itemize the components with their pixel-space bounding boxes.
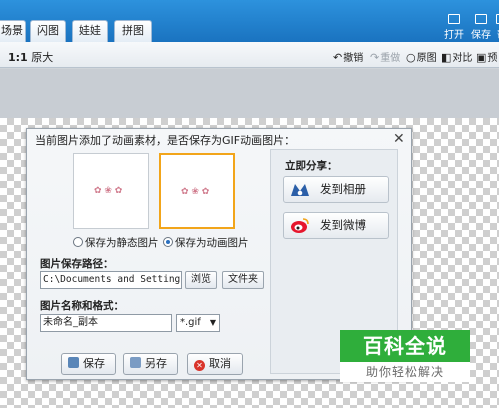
save-top-label: 保存 — [471, 30, 491, 41]
save-label: 保存 — [83, 357, 105, 370]
save-disk-icon — [68, 357, 79, 368]
dialog-title: 当前图片添加了动画素材，是否保存为GIF动画图片： — [35, 134, 296, 147]
close-icon[interactable]: ✕ — [393, 132, 405, 146]
preview-button[interactable]: ▣预 — [476, 49, 497, 64]
original-button[interactable]: ○原图 — [406, 49, 437, 64]
file-format-value: *.gif — [180, 317, 201, 328]
save-as-icon — [130, 357, 141, 368]
zoom-control[interactable]: 1:1 原大 — [8, 49, 53, 65]
save-button[interactable]: 保存 — [61, 353, 116, 375]
file-name-input[interactable]: 未命名_副本 — [40, 314, 172, 332]
open-button[interactable]: 打开 — [441, 14, 467, 41]
open-folder-button[interactable]: 文件夹 — [222, 271, 264, 289]
watermark-main: 百科全说 — [340, 330, 470, 362]
tab-collage[interactable]: 拼图 — [114, 20, 152, 42]
static-option[interactable]: 保存为静态图片 — [73, 235, 159, 250]
zoom-label: 原大 — [31, 51, 54, 64]
redo-icon: ↷ — [370, 51, 380, 64]
folder-icon — [448, 14, 460, 24]
watermark-sub: 助你轻松解决 — [340, 362, 470, 382]
static-option-label: 保存为静态图片 — [85, 237, 159, 249]
preview-label: 预 — [487, 53, 498, 64]
share-album-button[interactable]: 发到相册 — [283, 176, 389, 203]
tab-flash[interactable]: 闪图 — [30, 20, 66, 42]
cancel-label: 取消 — [209, 357, 231, 370]
preview-icon: ▣ — [476, 51, 487, 64]
animated-radio[interactable] — [163, 237, 173, 247]
static-radio[interactable] — [73, 237, 83, 247]
save-as-button[interactable]: 另存 — [123, 353, 178, 375]
share-album-label: 发到相册 — [320, 182, 366, 196]
static-preview-art: ✿ ❀ ✿ — [94, 186, 123, 196]
tab-scene[interactable]: 场景 — [0, 20, 26, 42]
browse-button[interactable]: 浏览 — [185, 271, 217, 289]
animated-option-label: 保存为动画图片 — [175, 237, 249, 249]
path-label: 图片保存路径： — [40, 258, 114, 270]
file-format-select[interactable]: *.gif ▼ — [176, 314, 220, 332]
tab-doll[interactable]: 娃娃 — [72, 20, 108, 42]
save-path-input[interactable]: C:\Documents and Settings\Administrator — [40, 271, 182, 289]
top-toolbar: 场景 闪图 娃娃 拼图 打开 保存 帮 — [0, 0, 499, 42]
save-icon — [475, 14, 487, 24]
save-as-label: 另存 — [145, 357, 167, 370]
site-watermark: 百科全说 助你轻松解决 — [340, 330, 470, 382]
format-label: 图片名称和格式： — [40, 300, 124, 312]
compare-icon: ◧ — [441, 51, 452, 64]
edit-toolbar: 1:1 原大 ↶撤销 ↷重做 ○原图 ◧对比 ▣预 — [0, 42, 499, 68]
compare-button[interactable]: ◧对比 — [441, 49, 472, 64]
save-top-button[interactable]: 保存 — [468, 14, 494, 41]
animated-preview-art: ✿ ❀ ✿ — [181, 187, 210, 197]
static-preview-thumbnail[interactable]: ✿ ❀ ✿ — [73, 153, 149, 229]
chevron-down-icon: ▼ — [209, 318, 216, 327]
undo-button[interactable]: ↶撤销 — [333, 49, 363, 64]
original-label: 原图 — [416, 53, 437, 64]
weibo-icon — [291, 218, 309, 233]
undo-label: 撤销 — [343, 53, 364, 64]
album-icon — [291, 184, 309, 196]
redo-label: 重做 — [380, 53, 401, 64]
compare-label: 对比 — [452, 53, 473, 64]
animated-option[interactable]: 保存为动画图片 — [163, 235, 249, 250]
animated-preview-thumbnail[interactable]: ✿ ❀ ✿ — [159, 153, 235, 229]
share-weibo-label: 发到微博 — [320, 218, 366, 232]
cancel-button[interactable]: ✕ 取消 — [187, 353, 243, 375]
help-button[interactable]: 帮 — [492, 14, 499, 41]
zoom-value: 1:1 — [8, 51, 28, 64]
undo-icon: ↶ — [333, 51, 343, 64]
cancel-icon: ✕ — [194, 360, 205, 371]
share-title: 立即分享： — [285, 160, 338, 172]
original-icon: ○ — [406, 51, 416, 64]
redo-button[interactable]: ↷重做 — [370, 49, 400, 64]
open-label: 打开 — [444, 30, 464, 41]
share-weibo-button[interactable]: 发到微博 — [283, 212, 389, 239]
